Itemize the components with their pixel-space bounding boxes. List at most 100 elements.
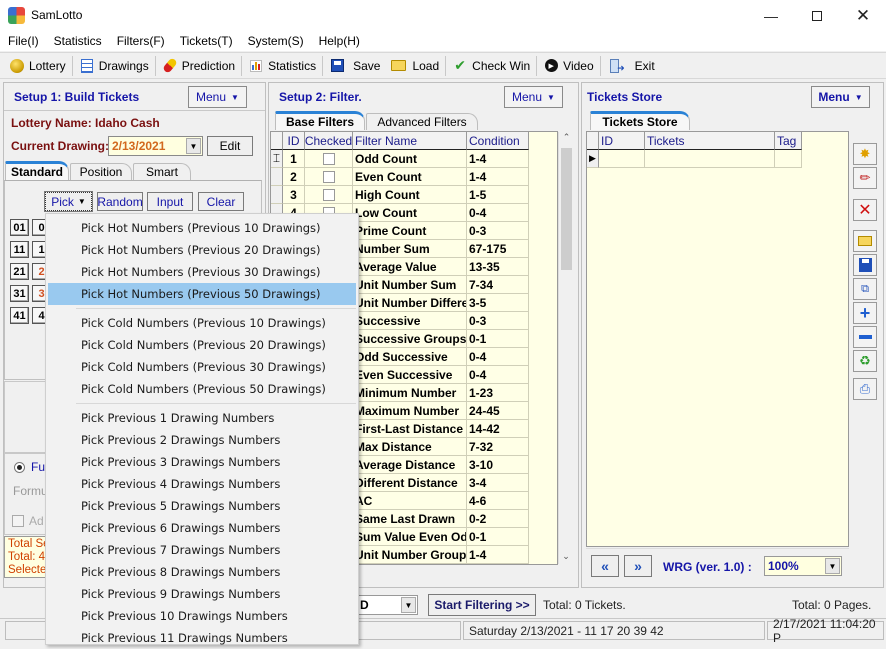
filter-condition-cell[interactable]: 7-32 (467, 438, 529, 456)
scroll-down-icon[interactable]: ⌄ (559, 551, 573, 562)
tab-standard[interactable]: Standard (5, 161, 69, 180)
maximize-button[interactable] (794, 0, 840, 31)
pick-menu-item[interactable]: Pick Cold Numbers (Previous 20 Drawings) (48, 334, 356, 356)
remove-button[interactable] (853, 326, 877, 348)
copy-button[interactable]: ⧉ (853, 278, 877, 300)
pick-menu-item[interactable]: Pick Previous 11 Drawings Numbers (48, 627, 356, 649)
check-win-button[interactable]: ✔ Check Win (447, 54, 535, 78)
add-checkbox[interactable]: Ad (12, 514, 44, 528)
filter-condition-cell[interactable]: 67-175 (467, 240, 529, 258)
pick-menu-item[interactable]: Pick Hot Numbers (Previous 10 Drawings) (48, 217, 356, 239)
previous-page-button[interactable]: « (591, 555, 619, 577)
add-button[interactable]: + (853, 302, 877, 324)
column-header-id[interactable]: ID (283, 132, 305, 150)
lottery-button[interactable]: Lottery (4, 54, 71, 78)
table-row[interactable]: ⌶ 1 Odd Count 1-4 (271, 150, 557, 168)
table-row[interactable]: ▶ (587, 150, 848, 168)
pick-menu-item[interactable]: Pick Previous 6 Drawings Numbers (48, 517, 356, 539)
minimize-button[interactable]: — (748, 0, 794, 31)
clear-button[interactable]: Clear (198, 192, 244, 211)
filter-condition-cell[interactable]: 4-6 (467, 492, 529, 510)
filter-condition-cell[interactable]: 0-3 (467, 222, 529, 240)
delete-button[interactable]: ✕ (853, 199, 877, 221)
column-header-tickets[interactable]: Tickets (645, 132, 775, 150)
pick-menu-item[interactable]: Pick Previous 8 Drawings Numbers (48, 561, 356, 583)
pick-menu-item[interactable]: Pick Hot Numbers (Previous 20 Drawings) (48, 239, 356, 261)
filter-condition-cell[interactable]: 7-34 (467, 276, 529, 294)
zoom-select[interactable]: 100% ▼ (764, 556, 842, 576)
filter-checked-cell[interactable] (305, 150, 353, 168)
chevron-down-icon[interactable]: ▼ (401, 597, 416, 613)
start-filtering-button[interactable]: Start Filtering >> (428, 594, 536, 616)
number-cell[interactable]: 01 (10, 219, 29, 236)
filter-condition-cell[interactable]: 0-3 (467, 312, 529, 330)
column-header-filter-name[interactable]: Filter Name (353, 132, 467, 150)
pick-menu-item[interactable]: Pick Previous 9 Drawings Numbers (48, 583, 356, 605)
chevron-down-icon[interactable]: ▼ (825, 558, 840, 574)
load-button[interactable]: Load (385, 54, 444, 78)
current-drawing-select[interactable]: 2/13/2021 ▼ (108, 136, 203, 156)
statistics-button[interactable]: Statistics (243, 54, 321, 78)
pick-button[interactable]: Pick ▼ (44, 191, 93, 212)
column-header-id[interactable]: ID (599, 132, 645, 150)
column-header-tag[interactable]: Tag (775, 132, 802, 150)
filter-condition-cell[interactable]: 24-45 (467, 402, 529, 420)
pick-menu-item[interactable]: Pick Hot Numbers (Previous 30 Drawings) (48, 261, 356, 283)
ticket-cell[interactable] (645, 150, 775, 168)
menu-tickets[interactable]: Tickets(T) (172, 31, 240, 51)
checkbox-icon[interactable] (322, 188, 335, 201)
filter-select[interactable]: D ▼ (356, 595, 418, 615)
setup1-menu-button[interactable]: Menu ▼ (188, 86, 247, 108)
menu-filters[interactable]: Filters(F) (109, 31, 172, 51)
checkbox-icon[interactable] (322, 152, 335, 165)
tab-position[interactable]: Position (70, 163, 132, 180)
pick-menu-item[interactable]: Pick Previous 10 Drawings Numbers (48, 605, 356, 627)
save-tickets-button[interactable] (853, 254, 877, 276)
pick-menu-item[interactable]: Pick Cold Numbers (Previous 30 Drawings) (48, 356, 356, 378)
filter-checked-cell[interactable] (305, 168, 353, 186)
input-button[interactable]: Input (147, 192, 193, 211)
filter-condition-cell[interactable]: 0-2 (467, 510, 529, 528)
pick-menu-item[interactable]: Pick Previous 2 Drawings Numbers (48, 429, 356, 451)
ticket-tag-cell[interactable] (775, 150, 802, 168)
save-button[interactable]: Save (324, 54, 385, 78)
filter-condition-cell[interactable]: 13-35 (467, 258, 529, 276)
filter-condition-cell[interactable]: 0-4 (467, 348, 529, 366)
chevron-down-icon[interactable]: ▼ (186, 138, 201, 154)
filter-condition-cell[interactable]: 0-1 (467, 330, 529, 348)
pick-menu-item[interactable]: Pick Previous 7 Drawings Numbers (48, 539, 356, 561)
prediction-button[interactable]: Prediction (157, 54, 240, 78)
filter-condition-cell[interactable]: 0-4 (467, 366, 529, 384)
menu-statistics[interactable]: Statistics (46, 31, 109, 51)
number-cell[interactable]: 31 (10, 285, 29, 302)
filter-checked-cell[interactable] (305, 186, 353, 204)
setup2-menu-button[interactable]: Menu ▼ (504, 86, 563, 108)
pick-menu-item[interactable]: Pick Previous 1 Drawing Numbers (48, 407, 356, 429)
edit-button[interactable]: Edit (207, 136, 253, 156)
filter-condition-cell[interactable]: 1-4 (467, 150, 529, 168)
formula-radio[interactable]: Fu (14, 460, 45, 474)
import-button[interactable]: ✸ (853, 143, 877, 165)
filter-condition-cell[interactable]: 3-5 (467, 294, 529, 312)
row-selector[interactable]: ⌶ (271, 150, 283, 168)
drawings-button[interactable]: Drawings (74, 54, 154, 78)
pick-menu-item[interactable]: Pick Cold Numbers (Previous 10 Drawings) (48, 312, 356, 334)
filter-condition-cell[interactable]: 1-4 (467, 168, 529, 186)
menu-file[interactable]: File(I) (0, 31, 46, 51)
table-row[interactable]: 2 Even Count 1-4 (271, 168, 557, 186)
menu-help[interactable]: Help(H) (311, 31, 367, 51)
filter-condition-cell[interactable]: 0-4 (467, 204, 529, 222)
scroll-thumb[interactable] (561, 148, 572, 270)
number-cell[interactable]: 21 (10, 263, 29, 280)
next-page-button[interactable]: » (624, 555, 652, 577)
tab-base-filters[interactable]: Base Filters (275, 111, 365, 130)
checkbox-icon[interactable] (322, 170, 335, 183)
row-selector[interactable] (271, 168, 283, 186)
menu-system[interactable]: System(S) (240, 31, 311, 51)
tab-advanced-filters[interactable]: Advanced Filters (366, 113, 478, 130)
pick-menu-item[interactable]: Pick Previous 4 Drawings Numbers (48, 473, 356, 495)
open-button[interactable] (853, 230, 877, 252)
row-selector[interactable] (271, 186, 283, 204)
filter-condition-cell[interactable]: 3-4 (467, 474, 529, 492)
pick-menu-item[interactable]: Pick Previous 5 Drawings Numbers (48, 495, 356, 517)
